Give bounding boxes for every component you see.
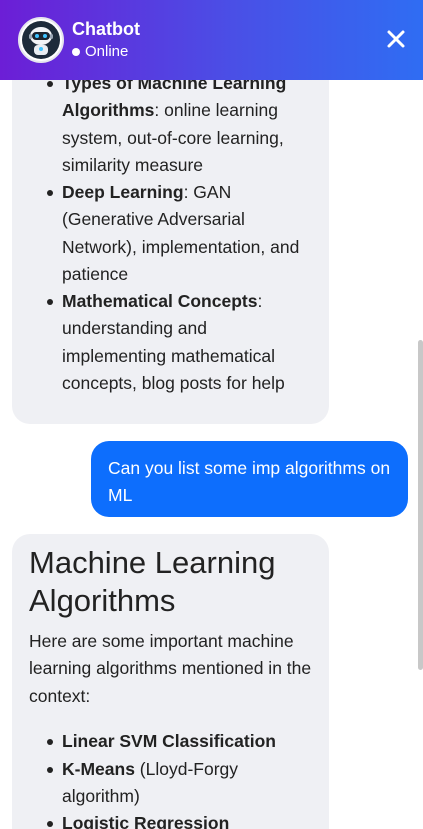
list-item-term: Linear SVM Classification bbox=[62, 731, 276, 751]
chat-title: Chatbot bbox=[72, 19, 140, 39]
bot-message: Types of Machine Learning Algorithms: on… bbox=[12, 40, 329, 424]
bullet-dot bbox=[47, 739, 53, 745]
user-message: Can you list some imp algorithms on ML bbox=[91, 441, 408, 517]
list-item-term: Mathematical Concepts bbox=[62, 291, 258, 311]
chat-window: Types of Machine Learning Algorithms: on… bbox=[0, 0, 423, 829]
bullet-dot bbox=[47, 190, 53, 196]
list-item: Types of Machine Learning Algorithms: on… bbox=[47, 70, 312, 179]
chat-header: Chatbot Online bbox=[0, 0, 423, 80]
header-text: Chatbot Online bbox=[72, 18, 140, 62]
status-label: Online bbox=[85, 43, 129, 60]
close-icon bbox=[387, 30, 405, 48]
bullet-dot bbox=[47, 81, 53, 87]
list-item-term: Logistic Regression bbox=[62, 813, 230, 829]
list-item: Linear SVM Classification bbox=[47, 728, 317, 755]
close-button[interactable] bbox=[383, 26, 409, 52]
bullet-dot bbox=[47, 821, 53, 827]
bullet-dot bbox=[47, 299, 53, 305]
list-item-term: Deep Learning bbox=[62, 182, 184, 202]
status-indicator: Online bbox=[72, 42, 140, 62]
message-heading: Machine Learning Algorithms bbox=[29, 545, 276, 618]
bullet-dot bbox=[47, 767, 53, 773]
user-message-text: Can you list some imp algorithms on ML bbox=[108, 458, 391, 505]
list-item: Mathematical Concepts: understanding and… bbox=[47, 288, 302, 397]
list-item: K-Means (Lloyd-Forgy algorithm) bbox=[47, 756, 262, 811]
list-item: Deep Learning: GAN (Generative Adversari… bbox=[47, 179, 317, 288]
list-item-term: K-Means bbox=[62, 759, 135, 779]
message-paragraph: Here are some important machine learning… bbox=[29, 631, 312, 706]
online-dot-icon bbox=[72, 48, 80, 56]
bot-message: Machine Learning Algorithms Here are som… bbox=[12, 534, 329, 829]
scrollbar[interactable] bbox=[418, 340, 423, 670]
list-item: Logistic Regression bbox=[47, 810, 312, 829]
robot-icon bbox=[18, 17, 64, 63]
